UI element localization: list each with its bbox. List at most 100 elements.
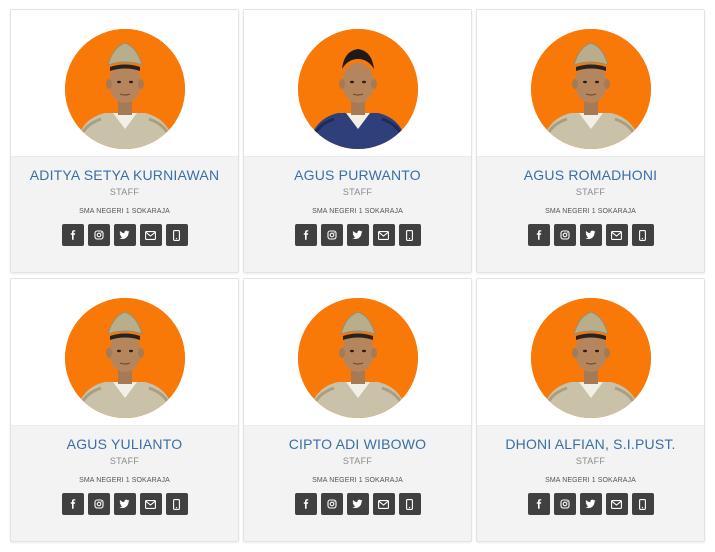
phone-icon — [639, 229, 646, 241]
staff-name[interactable]: CIPTO ADI WIBOWO — [244, 436, 471, 452]
facebook-button[interactable] — [294, 224, 317, 246]
instagram-icon — [559, 499, 570, 509]
staff-card: CIPTO ADI WIBOWO STAFF SMA NEGERI 1 SOKA… — [243, 278, 472, 542]
phone-button[interactable] — [165, 493, 188, 515]
instagram-button[interactable] — [553, 493, 576, 515]
twitter-button[interactable] — [579, 224, 602, 246]
staff-card: DHONI ALFIAN, S.I.PUST. STAFF SMA NEGERI… — [476, 278, 705, 542]
staff-role: STAFF — [109, 187, 140, 197]
facebook-button[interactable] — [61, 493, 84, 515]
facebook-button[interactable] — [294, 493, 317, 515]
staff-name[interactable]: AGUS YULIANTO — [11, 436, 238, 452]
facebook-icon — [301, 230, 311, 240]
twitter-icon — [119, 230, 130, 240]
social-links — [11, 493, 238, 515]
twitter-icon — [119, 499, 130, 509]
email-icon — [378, 230, 389, 240]
email-icon — [145, 230, 156, 240]
email-button[interactable] — [139, 224, 162, 246]
portrait-illustration — [65, 298, 185, 418]
social-links — [244, 224, 471, 246]
phone-icon — [406, 498, 413, 510]
email-button[interactable] — [139, 493, 162, 515]
phone-button[interactable] — [398, 224, 421, 246]
phone-button[interactable] — [398, 493, 421, 515]
email-button[interactable] — [605, 224, 628, 246]
twitter-icon — [352, 499, 363, 509]
staff-name[interactable]: DHONI ALFIAN, S.I.PUST. — [477, 436, 704, 452]
photo-area — [244, 279, 471, 426]
phone-icon — [406, 229, 413, 241]
staff-role: STAFF — [342, 456, 373, 466]
staff-school: SMA NEGERI 1 SOKARAJA — [79, 208, 170, 215]
instagram-button[interactable] — [87, 493, 110, 515]
staff-role: STAFF — [575, 456, 606, 466]
email-icon — [611, 230, 622, 240]
email-button[interactable] — [372, 493, 395, 515]
social-links — [244, 493, 471, 515]
phone-button[interactable] — [631, 493, 654, 515]
social-links — [11, 224, 238, 246]
instagram-button[interactable] — [553, 224, 576, 246]
portrait-illustration — [65, 29, 185, 149]
photo-area — [244, 10, 471, 157]
social-links — [477, 493, 704, 515]
instagram-icon — [559, 230, 570, 240]
staff-card: AGUS PURWANTO STAFF SMA NEGERI 1 SOKARAJ… — [243, 9, 472, 273]
staff-role: STAFF — [109, 456, 140, 466]
photo-area — [477, 10, 704, 157]
instagram-icon — [93, 499, 104, 509]
facebook-icon — [534, 230, 544, 240]
staff-photo — [65, 29, 185, 149]
instagram-button[interactable] — [320, 493, 343, 515]
twitter-button[interactable] — [113, 224, 136, 246]
twitter-icon — [585, 230, 596, 240]
portrait-illustration — [531, 298, 651, 418]
staff-school: SMA NEGERI 1 SOKARAJA — [545, 208, 636, 215]
staff-name[interactable]: ADITYA SETYA KURNIAWAN — [11, 167, 238, 183]
email-button[interactable] — [605, 493, 628, 515]
facebook-button[interactable] — [527, 493, 550, 515]
facebook-button[interactable] — [527, 224, 550, 246]
staff-grid: ADITYA SETYA KURNIAWAN STAFF SMA NEGERI … — [0, 0, 715, 552]
email-icon — [145, 499, 156, 509]
facebook-icon — [534, 499, 544, 509]
email-icon — [378, 499, 389, 509]
portrait-illustration — [298, 29, 418, 149]
staff-photo — [531, 29, 651, 149]
staff-name[interactable]: AGUS ROMADHONI — [477, 167, 704, 183]
instagram-button[interactable] — [87, 224, 110, 246]
instagram-icon — [326, 230, 337, 240]
phone-button[interactable] — [165, 224, 188, 246]
twitter-button[interactable] — [579, 493, 602, 515]
staff-school: SMA NEGERI 1 SOKARAJA — [545, 477, 636, 484]
staff-role: STAFF — [342, 187, 373, 197]
portrait-illustration — [531, 29, 651, 149]
twitter-icon — [352, 230, 363, 240]
twitter-button[interactable] — [346, 493, 369, 515]
phone-icon — [173, 229, 180, 241]
instagram-button[interactable] — [320, 224, 343, 246]
phone-icon — [639, 498, 646, 510]
facebook-icon — [68, 230, 78, 240]
twitter-icon — [585, 499, 596, 509]
instagram-icon — [326, 499, 337, 509]
staff-card: AGUS YULIANTO STAFF SMA NEGERI 1 SOKARAJ… — [10, 278, 239, 542]
email-icon — [611, 499, 622, 509]
facebook-icon — [68, 499, 78, 509]
staff-card: AGUS ROMADHONI STAFF SMA NEGERI 1 SOKARA… — [476, 9, 705, 273]
email-button[interactable] — [372, 224, 395, 246]
photo-area — [477, 279, 704, 426]
staff-photo — [298, 29, 418, 149]
photo-area — [11, 10, 238, 157]
staff-name[interactable]: AGUS PURWANTO — [244, 167, 471, 183]
photo-area — [11, 279, 238, 426]
twitter-button[interactable] — [346, 224, 369, 246]
staff-card: ADITYA SETYA KURNIAWAN STAFF SMA NEGERI … — [10, 9, 239, 273]
staff-photo — [531, 298, 651, 418]
portrait-illustration — [298, 298, 418, 418]
facebook-button[interactable] — [61, 224, 84, 246]
staff-photo — [298, 298, 418, 418]
phone-button[interactable] — [631, 224, 654, 246]
twitter-button[interactable] — [113, 493, 136, 515]
